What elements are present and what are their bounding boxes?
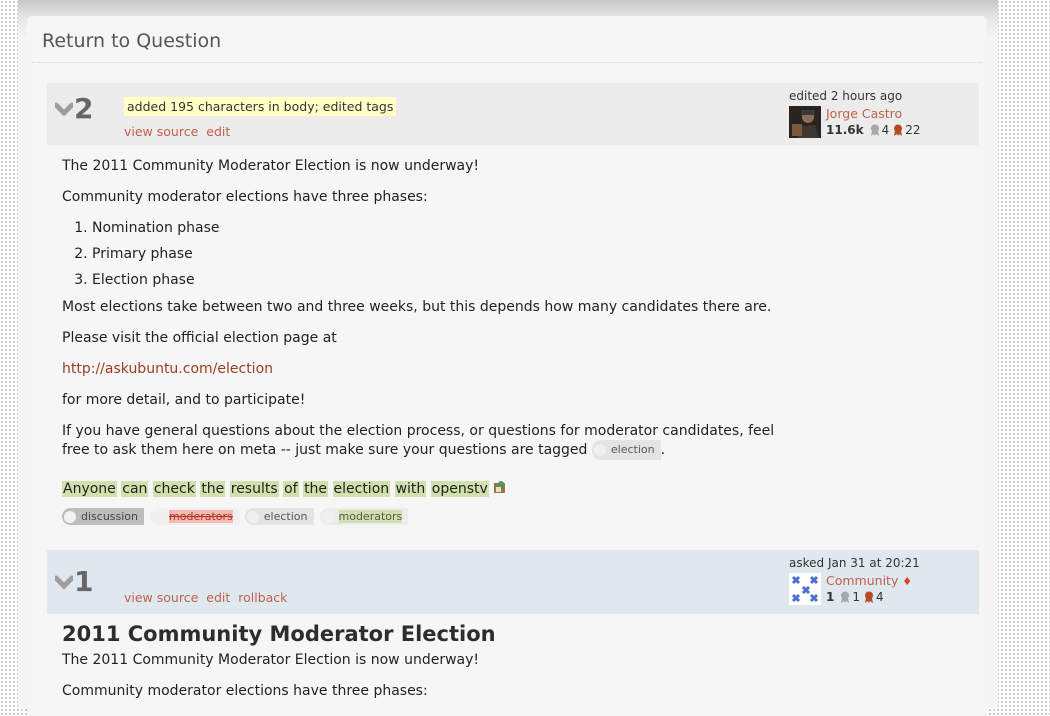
diff-added-word: the <box>200 481 226 497</box>
body-paragraph: Community moderator elections have three… <box>62 683 428 699</box>
revision-number[interactable]: 1 <box>55 568 93 596</box>
diff-added-word: openstv <box>430 481 489 497</box>
tag-discussion[interactable]: discussion <box>62 508 145 525</box>
tag-name: election <box>610 443 655 456</box>
user-reputation: 11.6k 4 22 <box>826 123 921 137</box>
user-signature: edited 2 hours ago Jorge Castro 11.6k 4 … <box>789 89 921 138</box>
user-avatar[interactable] <box>789 573 821 605</box>
text-line: free to ask them here on meta -- just ma… <box>62 442 588 458</box>
silver-badge-count: 1 <box>852 590 860 604</box>
user-name-link[interactable]: Jorge Castro <box>826 106 902 121</box>
tag-name: election <box>263 510 308 523</box>
bronze-badge-count: 4 <box>876 590 884 604</box>
body-paragraph: for more detail, and to participate! <box>62 392 306 408</box>
edit-time: edited 2 hours ago <box>789 89 903 103</box>
tag-name: discussion <box>81 510 139 523</box>
diff-added-word: with <box>394 481 427 497</box>
silver-badge-icon <box>870 124 879 136</box>
body-paragraph: If you have general questions about the … <box>62 422 774 460</box>
user-name-link[interactable]: Community <box>826 573 898 588</box>
tag-election[interactable]: election <box>244 508 314 525</box>
revision-actions: view source edit <box>124 124 234 139</box>
revision-number-label: 1 <box>74 565 94 598</box>
tag-name: moderators <box>169 510 233 523</box>
edit-link[interactable]: edit <box>206 124 230 139</box>
diff-added-word: check <box>152 481 196 497</box>
reputation-score: 11.6k <box>826 123 864 137</box>
revisions-content: Return to Question 2 added 195 character… <box>27 16 987 716</box>
rollback-link[interactable]: rollback <box>238 590 287 605</box>
tag-name: moderators <box>338 510 403 523</box>
revision-number-label: 2 <box>74 92 94 125</box>
list-item: Nomination phase <box>92 219 774 237</box>
chevron-down-icon[interactable] <box>55 102 73 116</box>
chevron-down-icon[interactable] <box>55 575 73 589</box>
moderator-diamond-icon: ♦ <box>902 575 913 588</box>
bronze-badge-icon <box>894 124 903 136</box>
election-page-link[interactable]: http://askubuntu.com/election <box>62 361 273 377</box>
tag-icon <box>64 510 76 523</box>
bronze-badge-count: 22 <box>905 123 921 137</box>
body-paragraph: The 2011 Community Moderator Election is… <box>62 158 479 174</box>
text-line: If you have general questions about the … <box>62 423 775 439</box>
tag-election[interactable]: election <box>591 440 661 460</box>
divider <box>32 62 982 63</box>
user-signature: asked Jan 31 at 20:21 Community ♦ 1 1 4 <box>789 556 920 605</box>
text-punct: . <box>660 442 666 458</box>
page-frame: Return to Question 2 added 195 character… <box>18 0 998 716</box>
revision-body: 2011 Community Moderator Election The 20… <box>62 622 496 713</box>
tag-moderators-removed[interactable]: moderators <box>150 508 239 525</box>
revision-header: 1 view source edit rollback asked Jan 31… <box>47 550 979 614</box>
tag-icon <box>246 510 259 523</box>
tag-moderators-added[interactable]: moderators <box>319 508 409 525</box>
revision-number[interactable]: 2 <box>55 95 93 123</box>
list-item: Election phase <box>92 271 774 289</box>
tag-icon <box>321 510 334 523</box>
revision-header: 2 added 195 characters in body; edited t… <box>47 83 979 145</box>
revision-actions: view source edit rollback <box>124 590 291 605</box>
reputation-score: 1 <box>826 590 835 604</box>
list-item: Primary phase <box>92 245 774 263</box>
tag-icon <box>593 444 606 456</box>
body-paragraph: Community moderator elections have three… <box>62 189 428 205</box>
body-paragraph: Please visit the official election page … <box>62 330 337 346</box>
phases-list: Nomination phase Primary phase Election … <box>62 219 774 289</box>
diff-added-word: results <box>229 481 279 497</box>
silver-badge-count: 4 <box>881 123 890 137</box>
revision-body: The 2011 Community Moderator Election is… <box>62 157 774 525</box>
diff-added-word: can <box>121 481 149 497</box>
diff-added-word: the <box>303 481 329 497</box>
tag-list: discussion moderators election moderator… <box>62 508 774 525</box>
body-paragraph: Most elections take between two and thre… <box>62 299 772 315</box>
edit-link[interactable]: edit <box>206 590 230 605</box>
openstv-image-icon <box>494 481 506 493</box>
silver-badge-icon <box>841 591 850 603</box>
diff-added-word: of <box>283 481 299 497</box>
view-source-link[interactable]: view source <box>124 124 198 139</box>
body-paragraph: The 2011 Community Moderator Election is… <box>62 652 479 668</box>
user-reputation: 1 1 4 <box>826 590 912 604</box>
asked-time: asked Jan 31 at 20:21 <box>789 556 920 570</box>
bronze-badge-icon <box>865 591 873 603</box>
revision-comment: added 195 characters in body; edited tag… <box>124 97 397 116</box>
view-source-link[interactable]: view source <box>124 590 198 605</box>
question-title: 2011 Community Moderator Election <box>62 622 496 646</box>
tag-icon <box>152 510 165 523</box>
user-avatar[interactable] <box>789 106 821 138</box>
diff-added-word: Anyone <box>62 481 117 497</box>
return-to-question-link[interactable]: Return to Question <box>42 30 221 52</box>
added-text: Anyone can check the results of the elec… <box>62 480 774 498</box>
diff-added-word: election <box>332 481 391 497</box>
